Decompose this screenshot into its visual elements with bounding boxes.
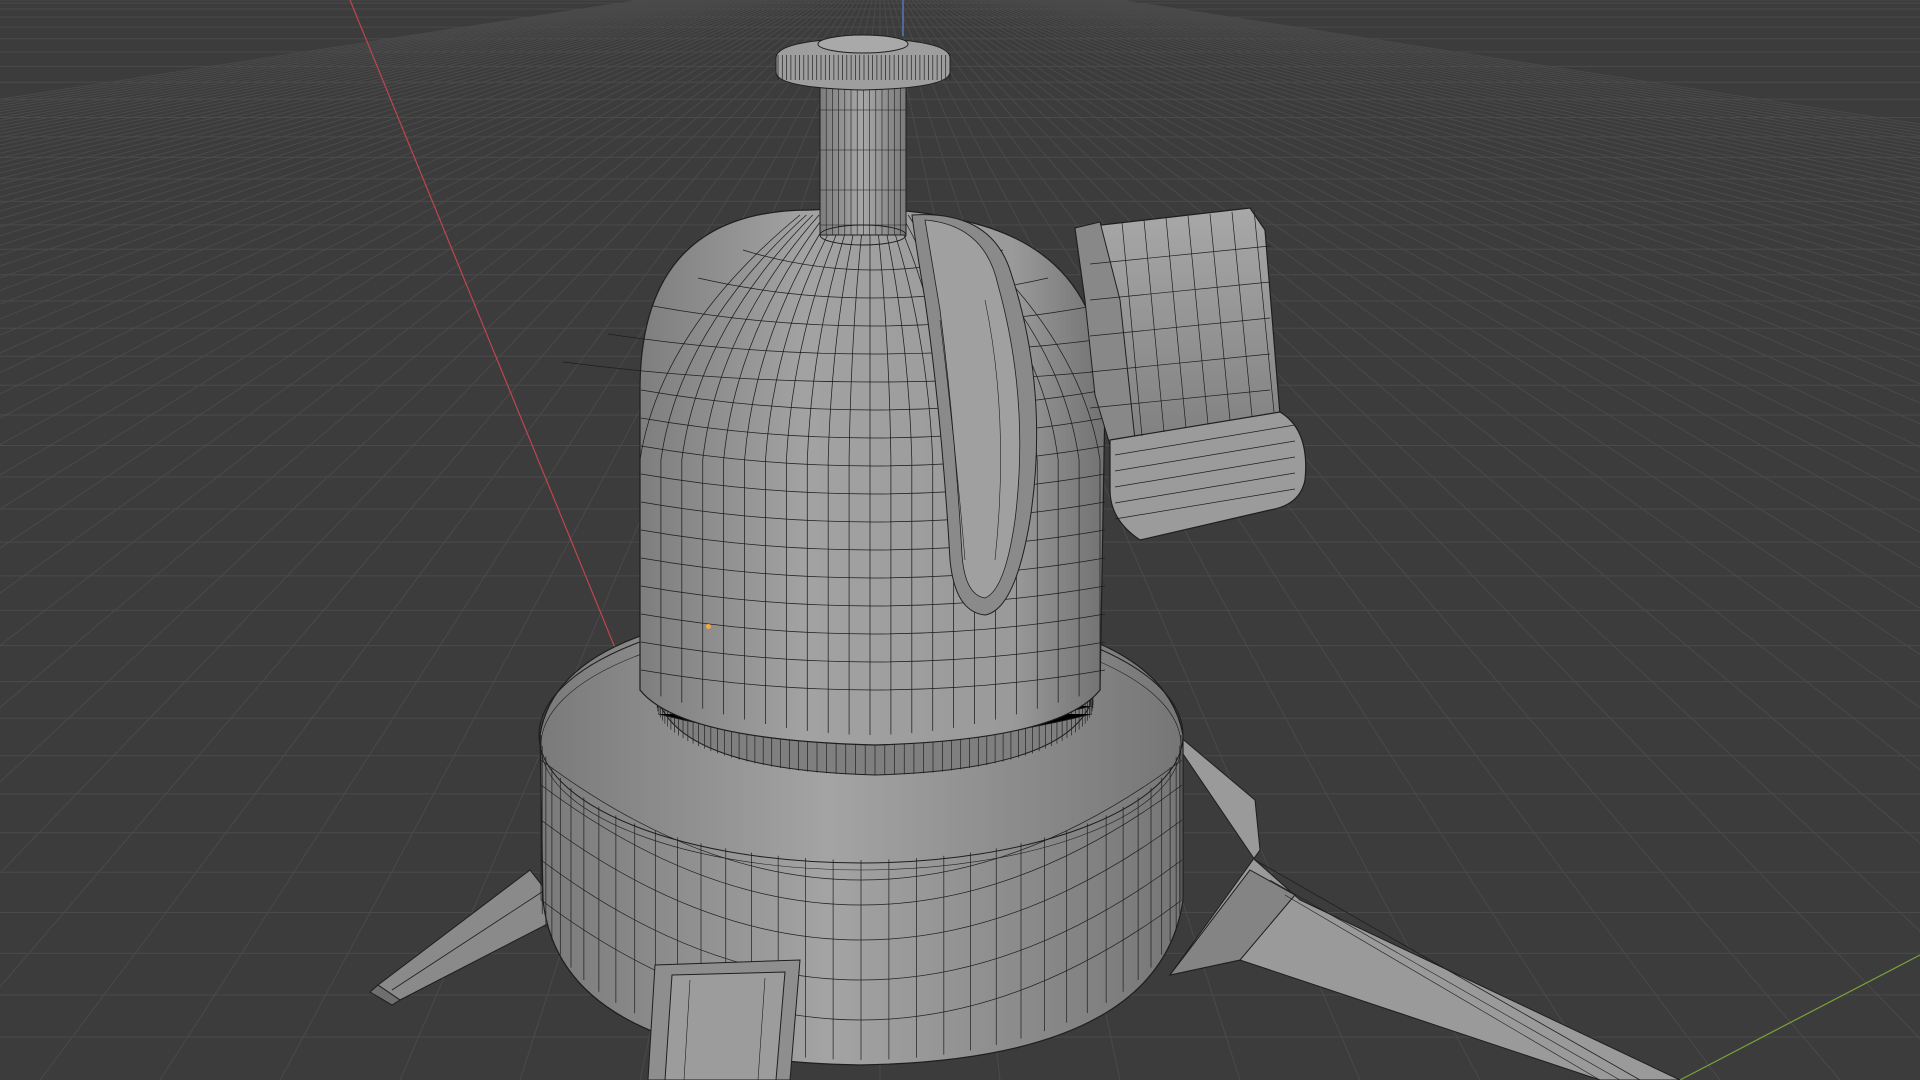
tension-handle bbox=[1074, 207, 1307, 541]
object-origin-icon[interactable] bbox=[706, 624, 711, 629]
y-axis-line bbox=[1679, 954, 1920, 1080]
viewport-canvas[interactable] bbox=[0, 0, 1920, 1080]
tripod-leg-right bbox=[1159, 719, 1681, 1080]
tripod-leg-front bbox=[647, 959, 801, 1080]
mount-stem bbox=[819, 74, 907, 246]
gear-knob bbox=[775, 34, 951, 91]
tripod-leg-left bbox=[369, 869, 566, 1006]
3d-viewport[interactable] bbox=[0, 0, 1920, 1080]
